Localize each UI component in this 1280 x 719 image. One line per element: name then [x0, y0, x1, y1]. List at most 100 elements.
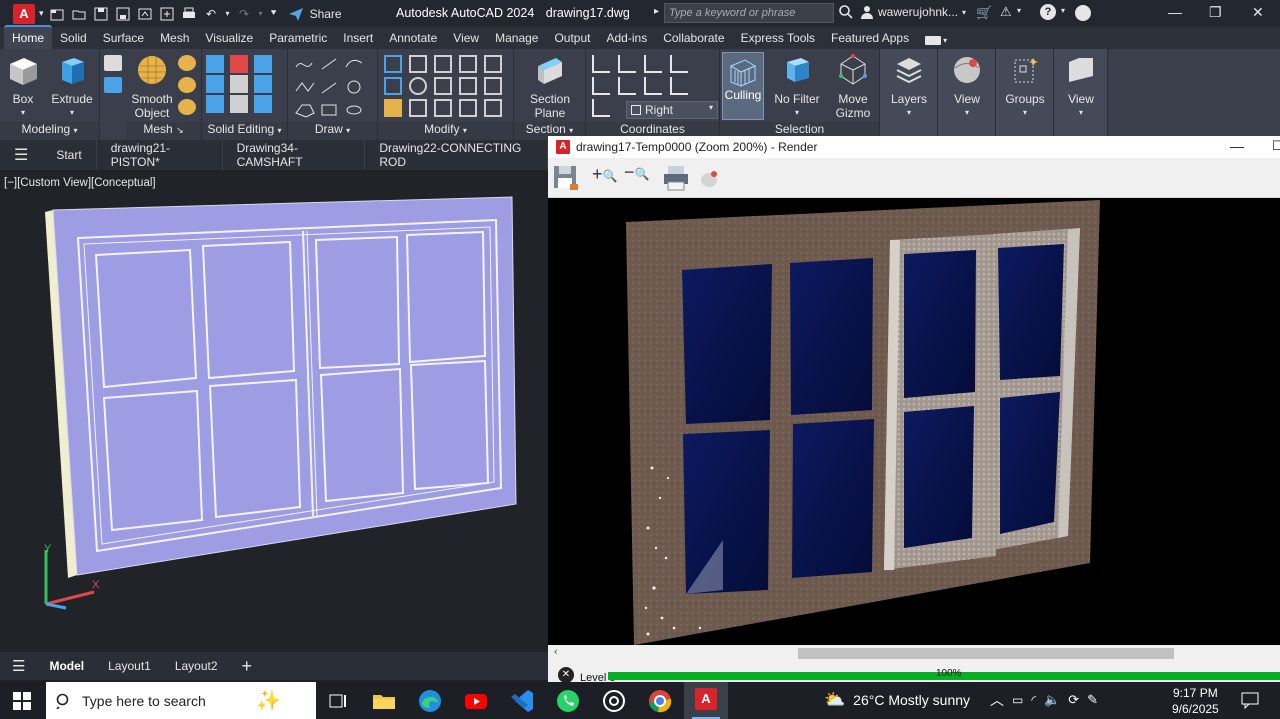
- print-icon[interactable]: [182, 6, 197, 21]
- move-icon[interactable]: [459, 55, 477, 73]
- ucs-world-icon[interactable]: [592, 77, 610, 95]
- ucs-origin-icon[interactable]: [618, 77, 636, 95]
- rotate-icon[interactable]: [409, 77, 427, 95]
- tab-visualize[interactable]: Visualize: [197, 27, 261, 49]
- save-as-icon[interactable]: [116, 6, 131, 21]
- presspull-icon[interactable]: [104, 77, 122, 93]
- weather-text[interactable]: 26°C Mostly sunny: [853, 692, 970, 708]
- notifications-icon[interactable]: [1241, 692, 1259, 709]
- doc-tab-camshaft[interactable]: Drawing34-CAMSHAFT: [223, 140, 366, 170]
- no-filter-button[interactable]: No Filter ▾: [772, 54, 822, 120]
- tab-parametric[interactable]: Parametric: [261, 27, 335, 49]
- view-button-2[interactable]: View ▾: [1058, 54, 1104, 120]
- file-explorer-icon[interactable]: [370, 687, 398, 715]
- stretch-icon[interactable]: [409, 99, 427, 117]
- windows-start-icon[interactable]: [13, 692, 31, 710]
- network-icon[interactable]: ◜: [1031, 693, 1036, 707]
- tab-collaborate[interactable]: Collaborate: [655, 27, 732, 49]
- open-folder-icon[interactable]: [72, 6, 87, 21]
- named-view-dropdown[interactable]: Right ▾: [626, 101, 718, 119]
- scale-icon[interactable]: [459, 77, 477, 95]
- ucs-icon[interactable]: [592, 55, 610, 73]
- layout-tab-model[interactable]: Model: [37, 659, 96, 673]
- youtube-icon[interactable]: [462, 687, 490, 715]
- subtract-icon[interactable]: [230, 55, 248, 73]
- ucs-object-icon[interactable]: [592, 99, 610, 117]
- sync-icon[interactable]: ⟳: [1068, 692, 1079, 708]
- scroll-left-icon[interactable]: ‹: [554, 646, 558, 658]
- file-tabs-menu-icon[interactable]: ☰: [0, 145, 42, 165]
- layers-button[interactable]: Layers ▾: [886, 54, 932, 120]
- share-view-icon[interactable]: [160, 6, 175, 21]
- app-menu-chevron-icon[interactable]: ▾: [39, 8, 44, 19]
- search-expand-icon[interactable]: ▸: [654, 6, 659, 17]
- draw-tools-icons[interactable]: [294, 55, 374, 119]
- weather-icon[interactable]: ⛅: [824, 690, 845, 710]
- mesh-panel-bar[interactable]: Mesh ↘: [126, 122, 201, 140]
- new-file-icon[interactable]: [50, 6, 65, 21]
- pen-icon[interactable]: ✎: [1087, 692, 1098, 708]
- print-render-icon[interactable]: [662, 164, 690, 192]
- share-button[interactable]: Share: [288, 7, 342, 21]
- cart-icon[interactable]: 🛒: [976, 5, 992, 21]
- tab-featured-apps[interactable]: Featured Apps: [823, 27, 917, 49]
- fillet-icon[interactable]: [384, 77, 402, 95]
- slice-icon[interactable]: [230, 75, 248, 93]
- connect-dropdown-icon[interactable]: ▾: [1017, 6, 1021, 15]
- autocad-logo-icon[interactable]: A: [13, 3, 35, 24]
- show-hidden-icons-icon[interactable]: ︿: [990, 690, 1004, 710]
- save-icon[interactable]: [94, 6, 109, 21]
- box-button[interactable]: Box ▾: [6, 54, 40, 120]
- maximize-icon[interactable]: ❐: [1209, 4, 1222, 21]
- tab-add-ins[interactable]: Add-ins: [599, 27, 656, 49]
- smooth-object-button[interactable]: Smooth Object: [130, 54, 174, 120]
- customize-qat-icon[interactable]: ⯆: [270, 8, 278, 19]
- redo-icon[interactable]: ↷: [237, 6, 252, 21]
- ribbon-minimize-dropdown-icon[interactable]: ▾: [943, 36, 947, 45]
- offset-icon[interactable]: [459, 99, 477, 117]
- copy-icon[interactable]: [434, 77, 452, 95]
- autodesk-assistant-icon[interactable]: [1075, 5, 1091, 21]
- array-grid-icon[interactable]: [484, 99, 502, 117]
- help-dropdown-icon[interactable]: ▾: [1061, 6, 1065, 15]
- mesh-refine-icon[interactable]: [178, 99, 196, 115]
- mirror-icon[interactable]: [384, 55, 402, 73]
- tab-insert[interactable]: Insert: [335, 27, 381, 49]
- modeling-panel-bar[interactable]: Modeling ▾: [0, 122, 99, 140]
- groups-button[interactable]: Groups ▾: [1002, 54, 1048, 120]
- modify-panel-bar[interactable]: Modify ▾: [378, 122, 513, 140]
- thicken-icon[interactable]: [254, 75, 272, 93]
- section-plane-button[interactable]: Section Plane: [528, 54, 572, 120]
- tab-output[interactable]: Output: [546, 27, 598, 49]
- union-icon[interactable]: [206, 55, 224, 73]
- doc-tab-piston[interactable]: drawing21-PISTON*: [97, 140, 223, 170]
- chatgpt-icon[interactable]: [600, 687, 628, 715]
- render-maximize-icon[interactable]: ☐: [1272, 138, 1280, 154]
- edge-browser-icon[interactable]: [416, 687, 444, 715]
- scrollbar-thumb[interactable]: [798, 648, 1174, 659]
- ucs-z-icon[interactable]: [670, 55, 688, 73]
- doc-tab-start[interactable]: Start: [42, 140, 97, 170]
- redo-dropdown-icon[interactable]: ▾: [259, 9, 263, 18]
- pencil-icon[interactable]: [384, 99, 402, 117]
- minimize-icon[interactable]: —: [1168, 4, 1182, 20]
- tab-mesh[interactable]: Mesh: [152, 27, 197, 49]
- chrome-icon[interactable]: [646, 687, 674, 715]
- polysolid-icon[interactable]: [104, 55, 122, 71]
- save-to-web-icon[interactable]: [138, 6, 153, 21]
- whatsapp-icon[interactable]: [554, 687, 582, 715]
- mesh-smooth-less-icon[interactable]: [178, 77, 196, 93]
- move-gizmo-button[interactable]: Move Gizmo: [830, 54, 876, 120]
- ribbon-minimize-icon[interactable]: [925, 36, 942, 45]
- cancel-render-icon[interactable]: ✕: [558, 667, 574, 683]
- layout-tab-layout2[interactable]: Layout2: [163, 659, 230, 673]
- render-minimize-icon[interactable]: —: [1230, 138, 1244, 154]
- extract-edges-icon[interactable]: [206, 95, 224, 113]
- tab-view[interactable]: View: [445, 27, 487, 49]
- doc-tab-connecting-rod[interactable]: Drawing22-CONNECTING ROD: [365, 140, 548, 170]
- draw-panel-bar[interactable]: Draw ▾: [288, 122, 377, 140]
- tab-home[interactable]: Home: [4, 25, 53, 49]
- help-icon[interactable]: ?: [1040, 4, 1056, 20]
- extrude-button[interactable]: Extrude ▾: [50, 54, 94, 120]
- trim-icon[interactable]: [484, 55, 502, 73]
